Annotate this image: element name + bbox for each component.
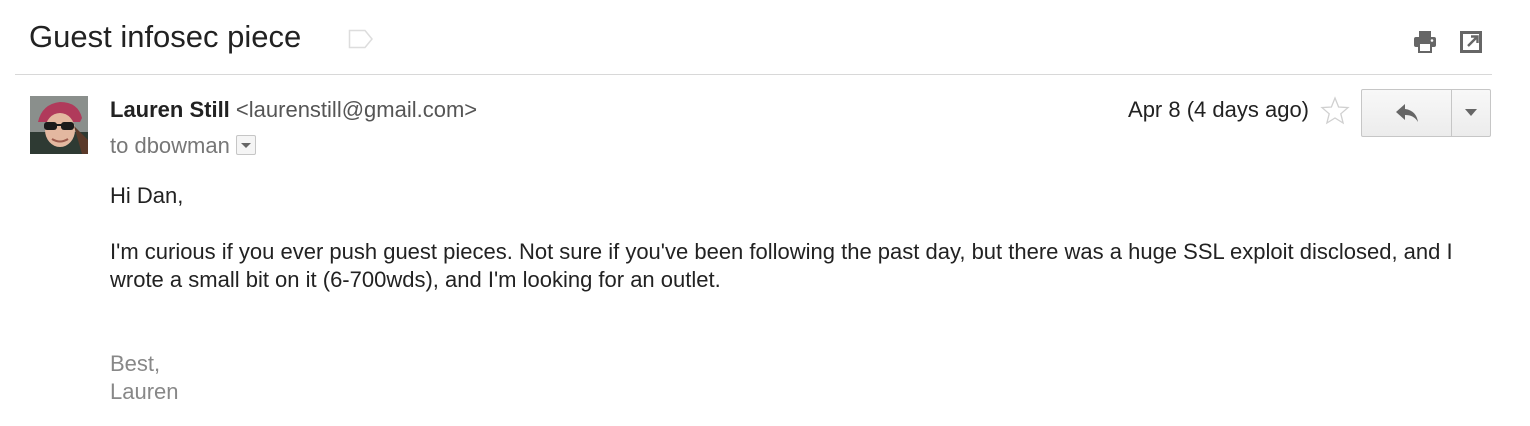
sender-email: <laurenstill@gmail.com>	[235, 97, 478, 122]
sender-name[interactable]: Lauren Still	[110, 97, 230, 122]
new-window-icon[interactable]	[1457, 28, 1485, 56]
more-actions-button[interactable]	[1452, 90, 1490, 136]
reply-button[interactable]	[1362, 90, 1452, 136]
reply-button-group	[1361, 89, 1491, 137]
chevron-down-icon	[1465, 109, 1477, 116]
details-dropdown-button[interactable]	[235, 135, 256, 156]
label-tag-icon[interactable]	[348, 29, 374, 49]
body-greeting: Hi Dan,	[110, 183, 184, 208]
message-date: Apr 8 (4 days ago)	[1128, 97, 1309, 122]
signature: Best, Lauren	[110, 350, 179, 406]
signature-closing: Best,	[110, 351, 161, 376]
avatar[interactable]	[30, 96, 88, 154]
print-icon[interactable]	[1411, 28, 1439, 56]
email-view: Guest infosec piece Lauren Still <lauren…	[0, 0, 1530, 426]
header-divider	[15, 74, 1492, 75]
signature-name: Lauren	[110, 379, 179, 404]
star-icon[interactable]	[1320, 96, 1350, 126]
recipient-text: to dbowman	[110, 133, 230, 158]
sender: Lauren Still <laurenstill@gmail.com>	[110, 96, 477, 124]
thread-subject: Guest infosec piece	[29, 19, 302, 54]
body-paragraph: I'm curious if you ever push guest piece…	[110, 239, 1453, 292]
message-body: Hi Dan, I'm curious if you ever push gue…	[110, 182, 1470, 294]
reply-arrow-icon	[1395, 104, 1418, 122]
recipient-line: to dbowman	[110, 132, 256, 160]
